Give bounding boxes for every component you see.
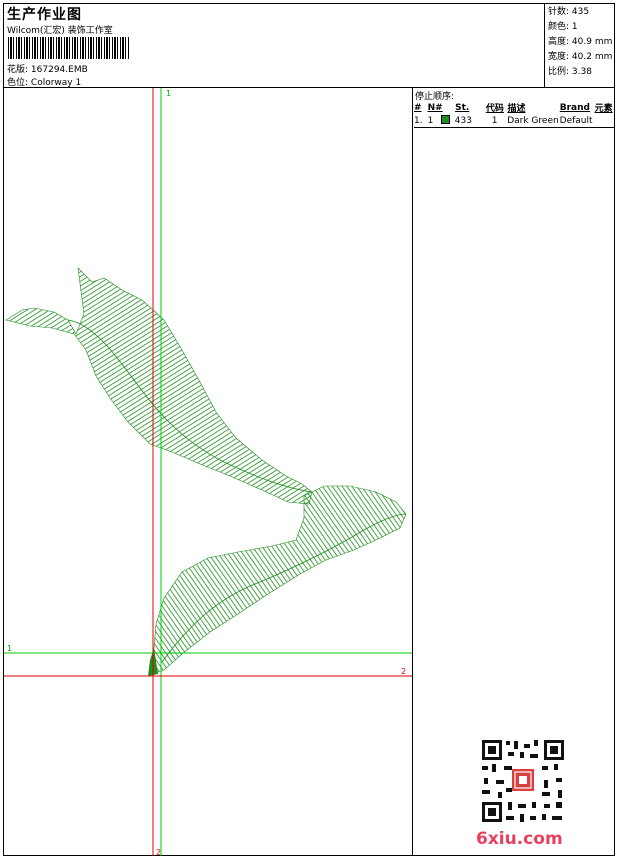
marker-red-vertical: 2 (156, 848, 161, 856)
marker-green-horizontal: 1 (7, 644, 12, 653)
design-value: 167294.EMB (30, 65, 88, 75)
embroidery-design-canvas: 1 1 2 2 (4, 88, 412, 856)
company-name: Wilcom(汇宏) 装饰工作室 (7, 26, 113, 36)
stat-width: 宽度: 40.2 mm (548, 52, 613, 62)
table-row: 1. 1 433 1 Dark Green Default (414, 114, 593, 126)
table-bottom-rule (414, 127, 614, 128)
col-element: 元素 (594, 104, 613, 114)
barcode (8, 37, 130, 59)
stop-sequence-table: # N# St. 代码 描述 Brand 元素 1. 1 433 1 Dark … (414, 101, 614, 127)
canvas-panel-divider (412, 87, 413, 856)
leaf-lower (151, 485, 407, 675)
design-label: 花版: (7, 65, 29, 75)
marker-green-vertical: 1 (166, 89, 171, 98)
col-code: 代码 (485, 104, 504, 114)
col-stitches: St. (455, 102, 470, 113)
col-brand: Brand (559, 102, 590, 113)
stat-colors: 颜色: 1 (548, 22, 578, 32)
stat-height: 高度: 40.9 mm (548, 37, 613, 47)
qr-code (480, 738, 566, 824)
marker-red-horizontal: 2 (401, 667, 406, 676)
col-description: 描述 (507, 104, 526, 114)
col-index: # (414, 102, 422, 113)
stat-stitches: 针数: 435 (548, 7, 590, 17)
leaf-upper (5, 267, 313, 505)
colorway-label: 色位: (7, 78, 29, 88)
colorway-line: 色位: Colorway 1 (7, 75, 81, 88)
table-header: # N# St. 代码 描述 Brand 元素 (414, 101, 614, 115)
col-needle: N# (427, 102, 443, 113)
thread-color-swatch (441, 114, 451, 124)
design-stats: 针数: 435 颜色: 1 高度: 40.9 mm 宽度: 40.2 mm 比例… (548, 5, 612, 80)
design-line: 花版: 167294.EMB (7, 62, 88, 75)
colorway-value: Colorway 1 (30, 78, 82, 88)
watermark-text: 6xiu.com (476, 829, 563, 849)
header-stats-divider (544, 3, 545, 87)
page-title: 生产作业图 (7, 7, 82, 23)
stat-scale: 比例: 3.38 (548, 67, 592, 77)
